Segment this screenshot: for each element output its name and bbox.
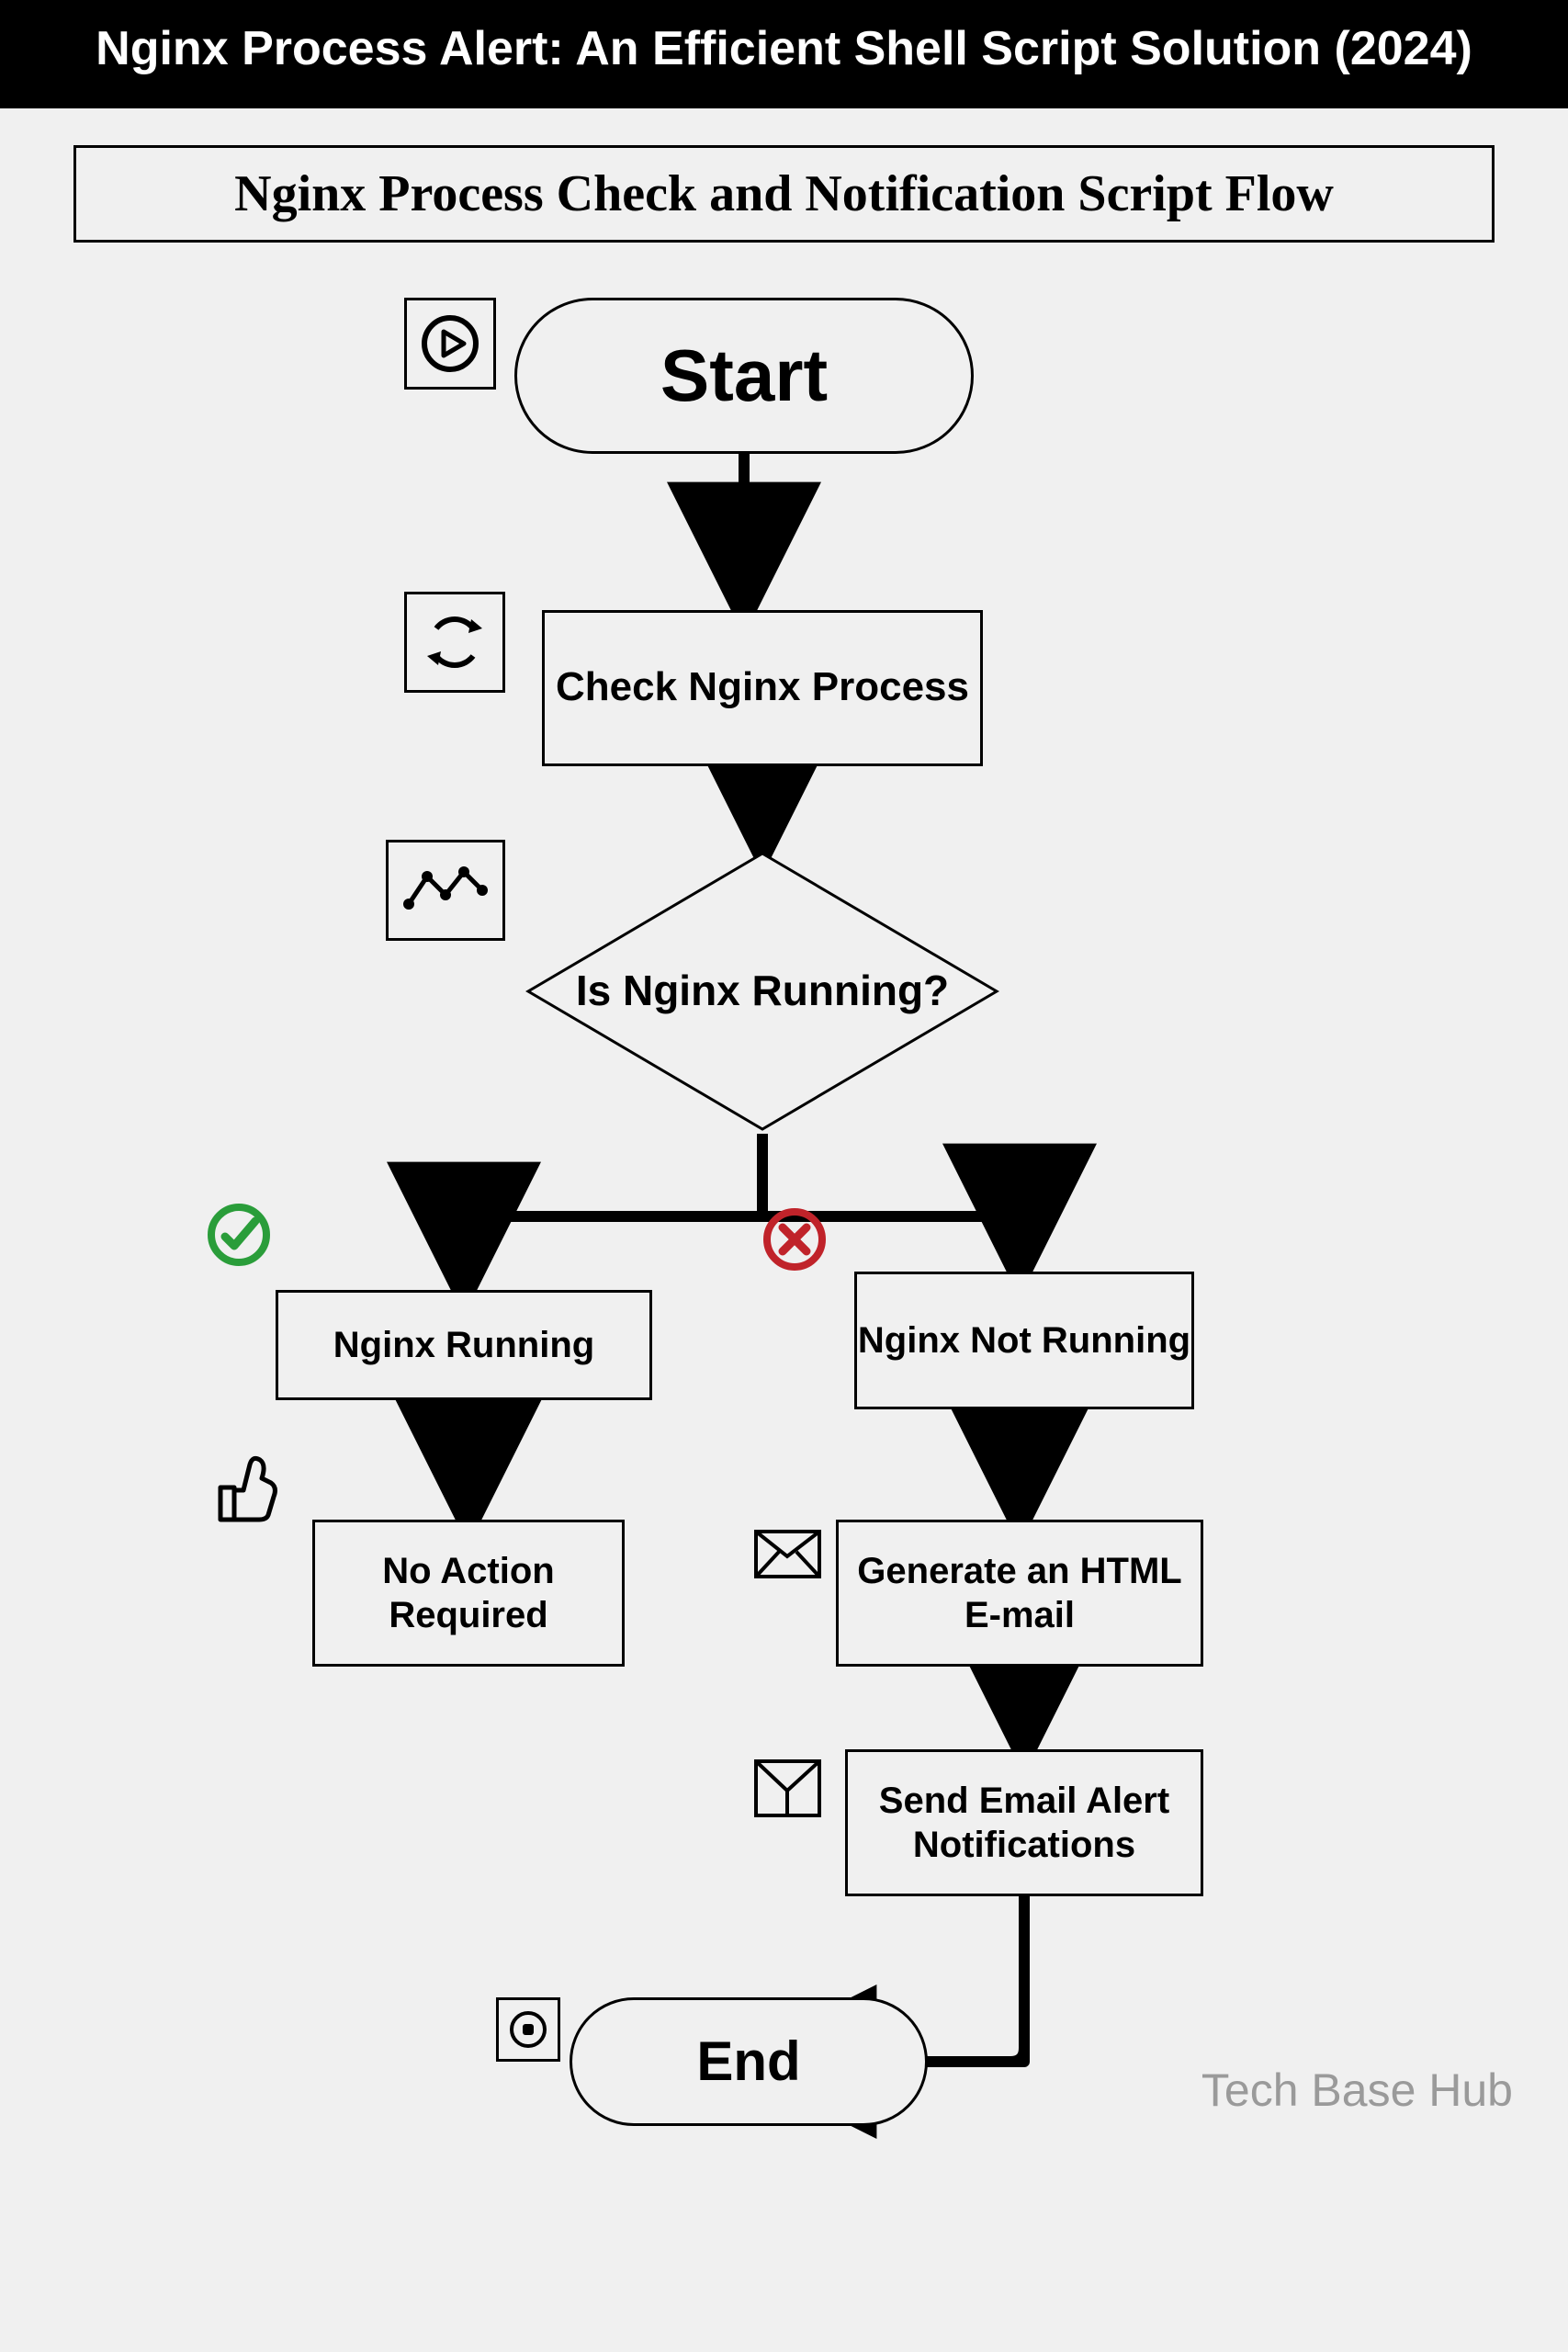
send-alert-node: Send Email Alert Notifications [845,1749,1203,1896]
noaction-label: No Action Required [315,1549,622,1637]
banner: Nginx Process Alert: An Efficient Shell … [0,0,1568,108]
end-node: End [570,1997,928,2126]
banner-title: Nginx Process Alert: An Efficient Shell … [96,22,1472,75]
thumbs-up-icon [202,1446,285,1529]
decision-node: Is Nginx Running? [524,849,1001,1134]
generate-email-node: Generate an HTML E-mail [836,1520,1203,1667]
graph-icon [386,840,505,941]
subtitle-text: Nginx Process Check and Notification Scr… [234,165,1334,222]
flowchart-canvas: Start Check Nginx Process Is Nginx Runni… [0,243,1568,2264]
decision-label: Is Nginx Running? [576,966,949,1016]
send-label: Send Email Alert Notifications [848,1779,1201,1867]
mail-icon [753,1529,822,1579]
running-label: Nginx Running [333,1323,594,1367]
end-label: End [696,2029,800,2095]
play-icon [404,298,496,390]
subtitle-box: Nginx Process Check and Notification Scr… [73,145,1495,243]
cross-icon [758,1203,831,1276]
start-node: Start [514,298,974,454]
check-label: Check Nginx Process [556,663,969,712]
filter-icon [753,1758,822,1818]
start-label: Start [660,332,828,420]
cycle-icon [404,592,505,693]
nginx-running-node: Nginx Running [276,1290,652,1400]
brand-text: Tech Base Hub [1201,2064,1513,2117]
generate-label: Generate an HTML E-mail [839,1549,1201,1637]
no-action-node: No Action Required [312,1520,625,1667]
notrunning-label: Nginx Not Running [858,1318,1190,1363]
stop-icon [496,1997,560,2062]
nginx-not-running-node: Nginx Not Running [854,1272,1194,1409]
check-process-node: Check Nginx Process [542,610,983,766]
check-icon [202,1198,276,1272]
